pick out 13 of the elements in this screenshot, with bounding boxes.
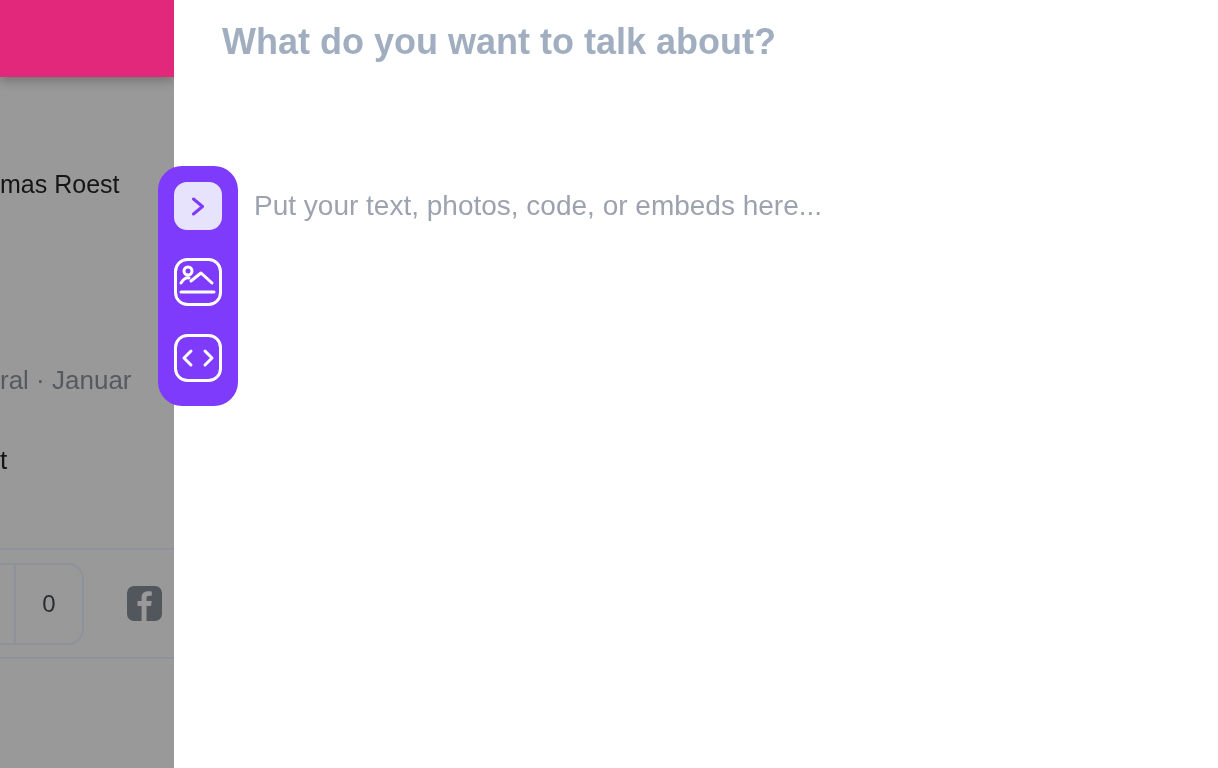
expand-button[interactable] <box>174 182 222 230</box>
chevron-right-icon <box>191 196 205 216</box>
body-field[interactable]: Put your text, photos, code, or embeds here... <box>254 188 1154 608</box>
title-field[interactable]: What do you want to talk about? <box>222 19 1162 65</box>
post-meta: ral · Januar <box>0 365 132 395</box>
author-name: mas Roest <box>0 170 120 198</box>
image-icon <box>174 258 222 306</box>
count-button[interactable]: 0 <box>14 564 82 643</box>
code-button[interactable] <box>174 334 222 382</box>
post-text: t <box>0 445 8 475</box>
image-button[interactable] <box>174 258 222 306</box>
facebook-icon <box>127 586 162 621</box>
code-icon <box>174 334 222 382</box>
